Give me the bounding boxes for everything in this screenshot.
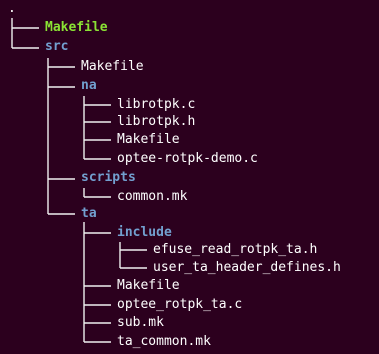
tree-entry-librotpk-c: librotpk.c bbox=[117, 97, 196, 112]
tree-entry-na: na bbox=[81, 78, 97, 93]
tree-entry-sub-mk: sub.mk bbox=[117, 315, 164, 330]
tree-entry-src-makefile: Makefile bbox=[81, 59, 144, 74]
tree-entry-optee-rotpk-ta-c: optee_rotpk_ta.c bbox=[117, 297, 243, 312]
tree-entry-librotpk-h: librotpk.h bbox=[117, 114, 196, 129]
tree-entry-efuse-read-rotpk-ta-h: efuse_read_rotpk_ta.h bbox=[153, 242, 318, 257]
tree-entry-scripts: scripts bbox=[81, 170, 136, 185]
tree-entry-ta-makefile: Makefile bbox=[117, 278, 180, 293]
tree-entry-na-makefile: Makefile bbox=[117, 132, 180, 147]
terminal-window: . Makefile src Makefile na librotpk.c li… bbox=[0, 0, 379, 354]
tree-entry-ta-common-mk: ta_common.mk bbox=[117, 334, 211, 349]
tree-root: . bbox=[8, 1, 16, 16]
tree-entry-include: include bbox=[117, 225, 172, 240]
tree-entry-common-mk: common.mk bbox=[117, 189, 188, 204]
tree-entry-optee-rotpk-demo-c: optee-rotpk-demo.c bbox=[117, 151, 258, 166]
tree-entry-makefile-root: Makefile bbox=[45, 20, 108, 35]
tree-entry-user-ta-header-defines-h: user_ta_header_defines.h bbox=[153, 260, 341, 275]
tree-entry-ta: ta bbox=[81, 206, 97, 221]
tree-entry-src: src bbox=[45, 39, 69, 54]
